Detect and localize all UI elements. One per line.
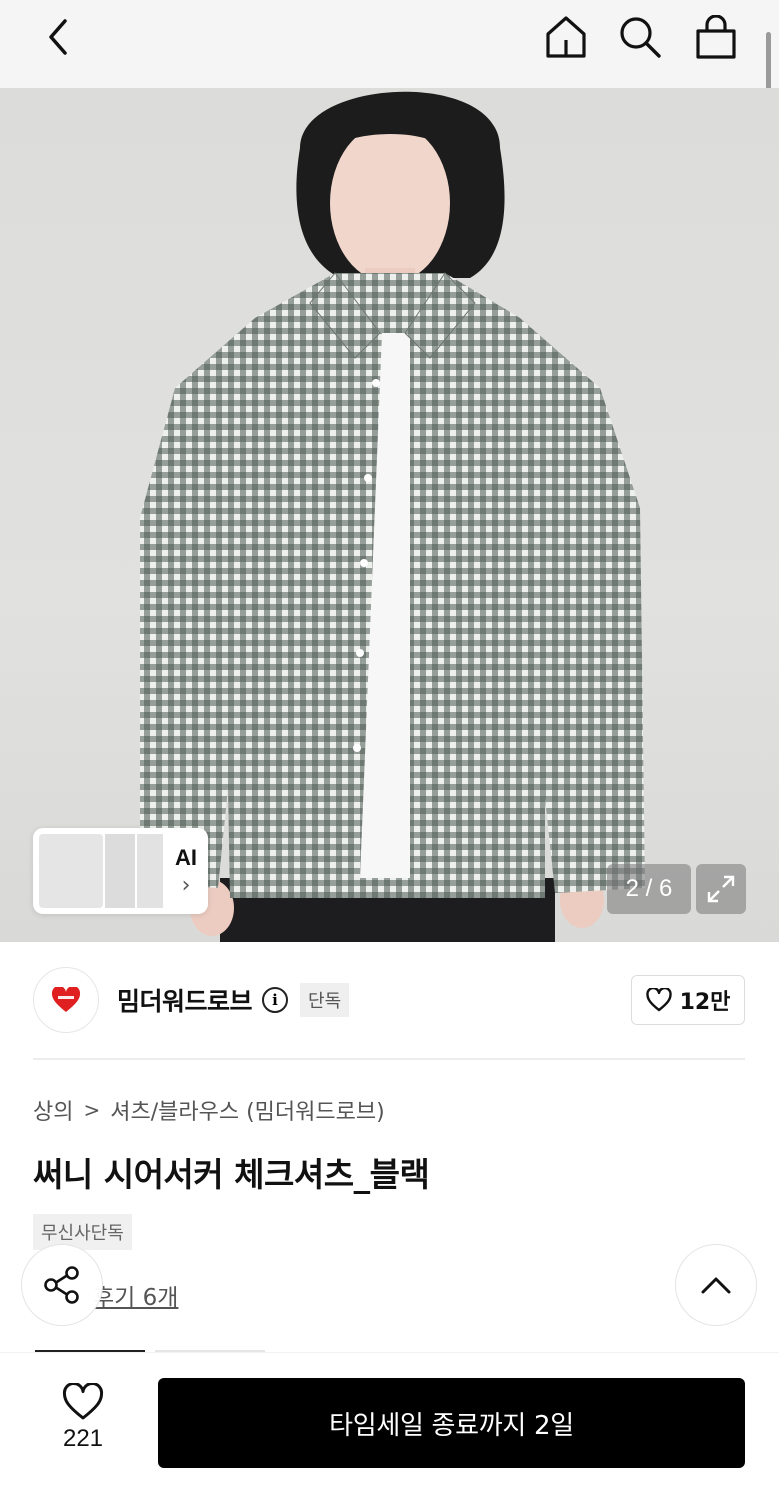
home-button[interactable] bbox=[536, 12, 596, 62]
chevron-left-icon bbox=[49, 19, 67, 55]
product-title: 써니 시어서커 체크셔츠_블랙 bbox=[33, 1155, 430, 1194]
image-page-counter: 2 / 6 bbox=[607, 864, 691, 914]
bottom-purchase-bar: 221 타임세일 종료까지 2일 bbox=[0, 1352, 779, 1500]
brand-name[interactable]: 밈더워드로브 bbox=[117, 982, 253, 1018]
product-photo bbox=[140, 91, 645, 942]
search-button[interactable] bbox=[610, 12, 670, 62]
similar-item-thumbnails bbox=[39, 834, 163, 908]
cart-button[interactable] bbox=[686, 12, 746, 62]
thumbnail-shirt bbox=[137, 834, 163, 908]
exclusive-tag: 무신사단독 bbox=[33, 1214, 132, 1250]
brand-row: 밈더워드로브 i 단독 12만 bbox=[33, 966, 745, 1034]
share-button[interactable] bbox=[21, 1244, 103, 1326]
ai-recommend-label: AI › bbox=[175, 845, 197, 898]
heart-logo-icon bbox=[51, 987, 81, 1012]
exclusive-badge: 단독 bbox=[300, 983, 350, 1017]
chevron-right-icon: > bbox=[83, 1098, 101, 1122]
back-button[interactable] bbox=[28, 12, 88, 62]
share-icon bbox=[44, 1266, 79, 1304]
thumbnail-shirt bbox=[105, 834, 135, 908]
shopping-bag-icon bbox=[696, 15, 736, 59]
breadcrumb-item-category[interactable]: 셔츠/블라우스 (밈더워드로브) bbox=[110, 1094, 384, 1126]
expand-icon bbox=[707, 875, 735, 903]
info-icon[interactable]: i bbox=[262, 987, 289, 1013]
review-link[interactable]: 후기 6개 bbox=[93, 1278, 178, 1312]
brand-like-count: 12만 bbox=[679, 990, 731, 1015]
search-icon bbox=[620, 17, 661, 58]
brand-like-button[interactable]: 12만 bbox=[631, 975, 745, 1025]
home-icon bbox=[546, 16, 586, 58]
heart-icon bbox=[62, 1383, 104, 1420]
ai-label: AI bbox=[175, 844, 197, 870]
scroll-to-top-button[interactable] bbox=[675, 1244, 757, 1326]
brand-logo[interactable] bbox=[33, 967, 99, 1033]
wishlist-count: 221 bbox=[62, 1425, 104, 1452]
top-app-bar bbox=[0, 0, 779, 88]
breadcrumb-item-top[interactable]: 상의 bbox=[33, 1094, 73, 1126]
thumbnail-shirt bbox=[39, 834, 103, 908]
breadcrumb: 상의 > 셔츠/블라우스 (밈더워드로브) bbox=[33, 1094, 385, 1126]
time-sale-button[interactable]: 타임세일 종료까지 2일 bbox=[158, 1378, 745, 1468]
chevron-up-icon bbox=[701, 1277, 731, 1294]
product-image-gallery[interactable]: AI › 2 / 6 bbox=[0, 88, 779, 942]
expand-image-button[interactable] bbox=[696, 864, 746, 914]
chevron-right-icon: › bbox=[181, 872, 191, 898]
ai-similar-items-card[interactable]: AI › bbox=[33, 828, 208, 914]
divider bbox=[33, 1058, 745, 1060]
wishlist-button[interactable]: 221 bbox=[50, 1383, 116, 1453]
heart-icon bbox=[645, 988, 672, 1012]
